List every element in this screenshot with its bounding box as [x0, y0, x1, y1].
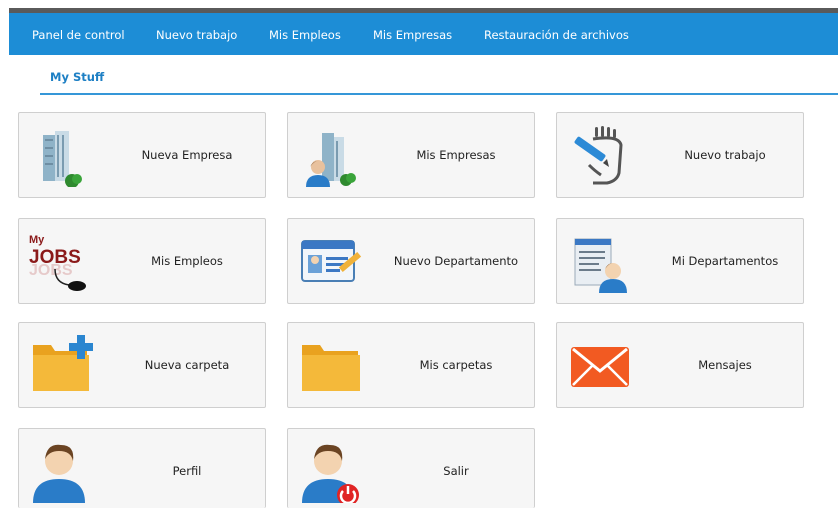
tile-mis-carpetas[interactable]: Mis carpetas	[287, 322, 535, 408]
office-building-icon	[29, 123, 93, 188]
tile-nueva-carpeta[interactable]: Nueva carpeta	[18, 322, 266, 408]
tile-label: Nuevo Departamento	[393, 254, 519, 268]
document-user-icon	[567, 229, 631, 293]
tile-mi-departamentos[interactable]: Mi Departamentos	[556, 218, 804, 304]
tile-label: Mensajes	[698, 358, 752, 372]
building-user-icon	[298, 123, 362, 187]
nav-panel-de-control[interactable]: Panel de control	[32, 13, 125, 55]
tile-label: Mis carpetas	[419, 358, 493, 372]
nav-nuevo-trabajo[interactable]: Nuevo trabajo	[156, 13, 237, 55]
tile-label: Perfil	[172, 464, 202, 478]
tab-underline	[40, 93, 838, 95]
tile-label: Nueva Empresa	[141, 148, 233, 162]
tile-label: Salir	[443, 464, 469, 478]
nav-mis-empresas[interactable]: Mis Empresas	[373, 13, 452, 55]
svg-text:My: My	[29, 234, 45, 246]
my-jobs-icon: My JOBS JOBS	[29, 229, 93, 293]
tile-perfil[interactable]: Perfil	[18, 428, 266, 508]
svg-text:JOBS: JOBS	[29, 262, 73, 279]
user-icon	[29, 439, 93, 503]
tile-label: Nuevo trabajo	[684, 148, 766, 162]
nav-mis-empleos[interactable]: Mis Empleos	[269, 13, 341, 55]
main-navbar: Panel de control Nuevo trabajo Mis Emple…	[9, 13, 838, 55]
folder-icon	[298, 333, 362, 397]
folder-plus-icon	[29, 333, 93, 397]
tile-mis-empleos[interactable]: My JOBS JOBS Mis Empleos	[18, 218, 266, 304]
tile-nueva-empresa[interactable]: Nueva Empresa	[18, 112, 266, 198]
hand-pen-icon	[567, 123, 631, 187]
nav-restauracion-de-archivos[interactable]: Restauración de archivos	[484, 13, 629, 55]
tile-label: Mis Empleos	[151, 254, 223, 268]
tile-label: Nueva carpeta	[144, 358, 230, 372]
tile-label: Mis Empresas	[416, 148, 496, 162]
tile-mensajes[interactable]: Mensajes	[556, 322, 804, 408]
envelope-icon	[567, 333, 631, 397]
tile-label: Mi Departamentos	[671, 254, 779, 268]
id-card-pencil-icon	[298, 229, 362, 293]
tile-nuevo-departamento[interactable]: Nuevo Departamento	[287, 218, 535, 304]
tile-nuevo-trabajo[interactable]: Nuevo trabajo	[556, 112, 804, 198]
tab-my-stuff[interactable]: My Stuff	[50, 70, 104, 84]
tile-mis-empresas[interactable]: Mis Empresas	[287, 112, 535, 198]
tile-salir[interactable]: Salir	[287, 428, 535, 508]
user-logout-icon	[298, 439, 362, 506]
